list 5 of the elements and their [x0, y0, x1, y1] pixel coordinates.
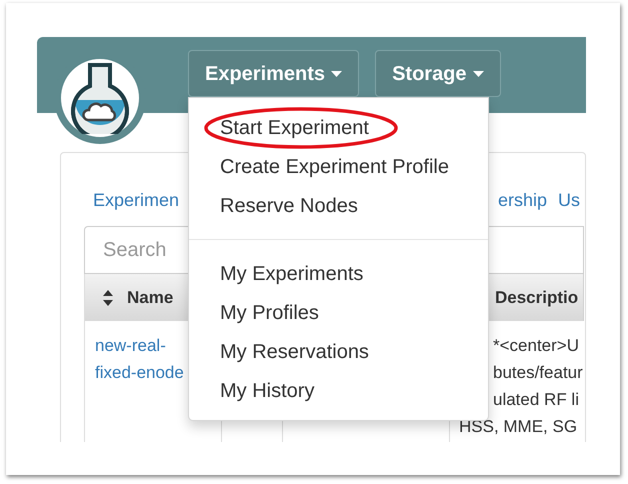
description-text: *<center>U: [493, 335, 579, 357]
description-text: HSS, MME, SG: [459, 416, 578, 438]
description-text: butes/featur: [493, 362, 583, 384]
description-text: ulated RF li: [493, 389, 579, 411]
column-header: Descriptio: [495, 286, 578, 309]
